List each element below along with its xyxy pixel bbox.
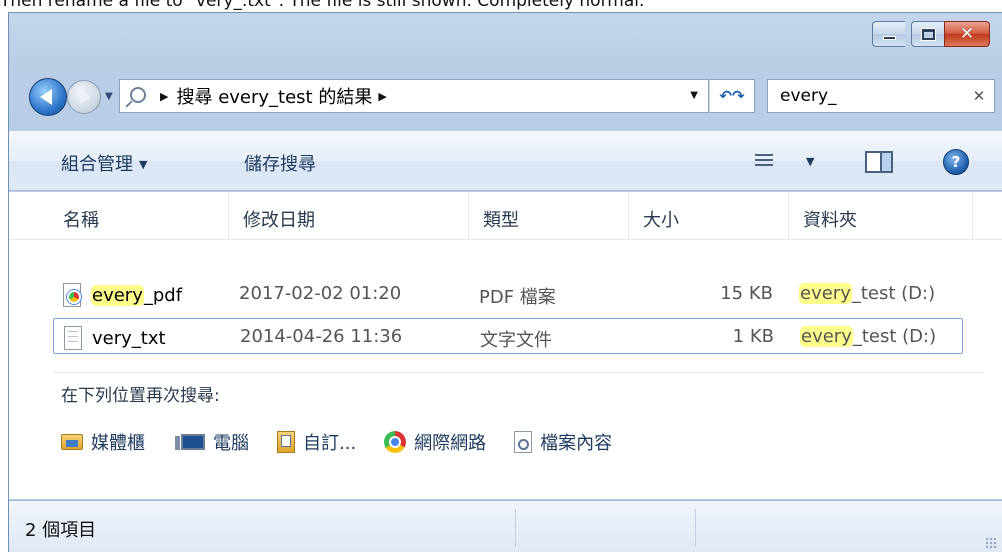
minimize-icon [882, 36, 896, 40]
column-header-type[interactable]: 類型 [469, 192, 629, 240]
file-name: very_txt [54, 326, 166, 350]
explorer-window: ✕ ▼ ▶ 搜尋 every_test 的結果 ▶ ▼ ↶↷ every_ ✕ … [8, 12, 1002, 552]
search-input[interactable]: every_ ✕ [767, 79, 995, 113]
file-folder: every_test (D:) [799, 283, 936, 304]
file-date: 2014-04-26 11:36 [240, 326, 403, 347]
forward-arrow-icon [80, 90, 91, 104]
back-arrow-icon [40, 89, 52, 105]
clear-search-icon[interactable]: ✕ [964, 87, 994, 105]
pdf-file-icon [63, 283, 81, 307]
maximize-button[interactable] [911, 21, 944, 47]
search-again-locations: 媒體櫃 電腦 自訂... 網際網路 檔案內容 [61, 429, 640, 455]
address-dropdown-icon[interactable]: ▼ [690, 90, 698, 101]
address-bar[interactable]: ▶ 搜尋 every_test 的結果 ▶ ▼ [119, 79, 709, 113]
view-dropdown-icon[interactable]: ▼ [806, 155, 814, 168]
column-header-name[interactable]: 名稱 [49, 192, 229, 240]
status-divider [515, 509, 516, 547]
text-file-icon [64, 326, 82, 350]
close-icon: ✕ [959, 23, 975, 44]
help-icon[interactable]: ? [943, 149, 969, 175]
custom-folder-icon [277, 431, 295, 453]
computer-icon [175, 434, 205, 450]
location-custom[interactable]: 自訂... [277, 429, 356, 455]
view-list-icon[interactable] [755, 154, 773, 170]
file-list-area: 名稱 修改日期 類型 大小 資料夾 every _pdf 2017-02-02 0… [9, 192, 1002, 499]
file-date: 2017-02-02 01:20 [239, 283, 402, 304]
file-folder: every_test (D:) [800, 326, 937, 347]
search-again-label: 在下列位置再次搜尋: [61, 386, 220, 406]
divider [53, 372, 983, 373]
search-value[interactable]: every_ [780, 86, 964, 106]
organize-label: 組合管理 [61, 154, 133, 175]
chevron-down-icon: ▼ [139, 158, 148, 171]
internet-icon [384, 431, 407, 453]
file-contents-icon [514, 431, 533, 453]
history-dropdown-icon[interactable]: ▼ [105, 91, 113, 102]
column-header-folder[interactable]: 資料夾 [789, 192, 973, 240]
file-type: PDF 檔案 [479, 287, 556, 308]
file-size: 1 KB [732, 326, 774, 347]
status-bar: 2 個項目 [9, 500, 1002, 552]
caption-buttons: ✕ [872, 21, 990, 47]
preview-pane-icon[interactable] [865, 151, 893, 173]
column-header-row: 名稱 修改日期 類型 大小 資料夾 [9, 192, 1002, 240]
command-bar: 組合管理 ▼ 儲存搜尋 ▼ ? [9, 131, 1002, 191]
breadcrumb[interactable]: 搜尋 every_test 的結果 [176, 83, 372, 109]
column-header-size[interactable]: 大小 [629, 192, 789, 240]
file-name: every _pdf [53, 283, 182, 307]
save-search-button[interactable]: 儲存搜尋 [244, 150, 316, 176]
maximize-icon [920, 27, 936, 41]
column-header-date[interactable]: 修改日期 [229, 192, 469, 240]
location-internet[interactable]: 網際網路 [384, 429, 486, 455]
breadcrumb-separator-end[interactable]: ▶ [378, 90, 386, 103]
file-size: 15 KB [720, 283, 773, 304]
location-computer[interactable]: 電腦 [173, 429, 249, 455]
status-divider [695, 509, 696, 547]
resize-grip-icon[interactable] [985, 537, 997, 549]
close-button[interactable]: ✕ [944, 21, 990, 47]
table-row[interactable]: very_txt 2014-04-26 11:36 文字文件 1 KB ever… [53, 318, 963, 354]
library-icon [61, 434, 83, 450]
item-count: 2 個項目 [25, 520, 97, 541]
refresh-button[interactable]: ↶↷ [709, 79, 755, 113]
back-button[interactable] [29, 78, 67, 116]
caption-text: Then rename a file to "very_.txt". The f… [0, 0, 645, 11]
magnifier-icon [120, 80, 154, 112]
minimize-button[interactable] [872, 21, 905, 47]
location-libraries[interactable]: 媒體櫃 [61, 429, 145, 455]
refresh-icon: ↶↷ [719, 87, 745, 105]
breadcrumb-separator[interactable]: ▶ [160, 90, 168, 103]
location-file-contents[interactable]: 檔案內容 [514, 429, 612, 455]
forward-button[interactable] [67, 80, 101, 114]
file-type: 文字文件 [480, 330, 552, 351]
organize-button[interactable]: 組合管理 ▼ [61, 150, 147, 176]
table-row[interactable]: every _pdf 2017-02-02 01:20 PDF 檔案 15 KB … [53, 276, 963, 312]
navigation-row: ▼ ▶ 搜尋 every_test 的結果 ▶ ▼ ↶↷ every_ ✕ [9, 73, 1002, 119]
